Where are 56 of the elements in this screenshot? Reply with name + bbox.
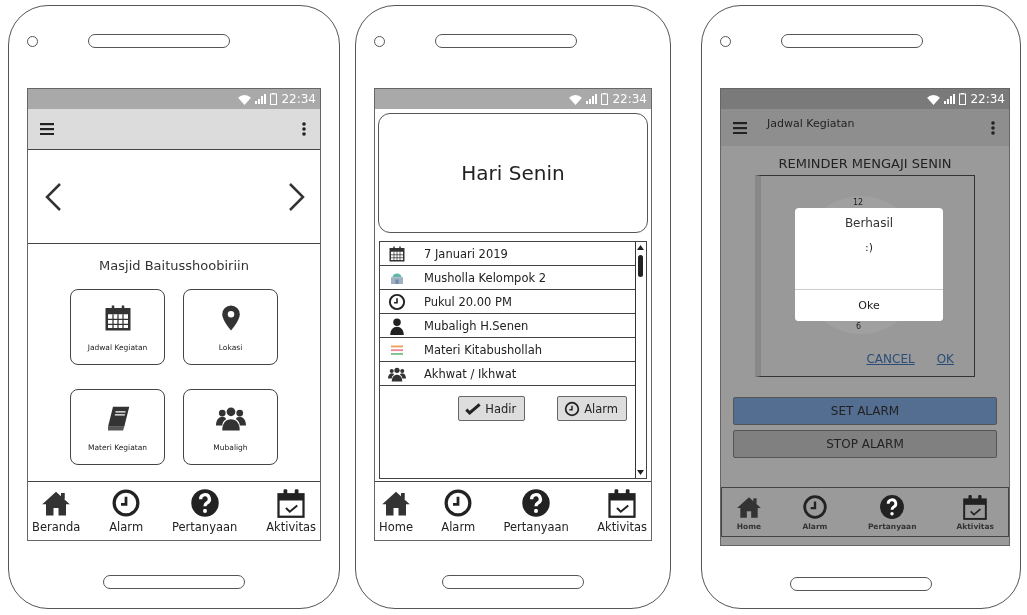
more-options-icon[interactable] xyxy=(302,122,306,136)
day-heading: Hari Senin xyxy=(378,113,648,233)
calendar-check-icon xyxy=(607,488,638,518)
status-time: 22:34 xyxy=(970,92,1005,106)
nav-item[interactable]: Alarm xyxy=(109,482,144,540)
status-time: 22:34 xyxy=(281,92,316,106)
menu-icon[interactable] xyxy=(40,123,54,135)
dialog-message: :) xyxy=(865,241,873,256)
clock-icon xyxy=(443,488,474,518)
detail-text: Mubaligh H.Senen xyxy=(424,318,529,333)
calendar-check-icon xyxy=(962,493,989,520)
alarm-button[interactable]: Alarm xyxy=(557,396,627,421)
calendar-icon xyxy=(388,244,406,263)
nav-item[interactable]: Alarm xyxy=(441,482,476,540)
dialog-title: Berhasil xyxy=(844,216,894,230)
attend-button[interactable]: Hadir xyxy=(458,396,526,421)
question-icon xyxy=(521,488,552,518)
detail-text: Musholla Kelompok 2 xyxy=(424,270,547,285)
wifi-icon xyxy=(927,93,941,105)
detail-text: 7 Januari 2019 xyxy=(424,246,508,261)
question-icon xyxy=(189,488,220,518)
mosque-name: Masjid Baitusshoobiriin xyxy=(98,258,250,273)
detail-text: Materi Kitabushollah xyxy=(424,342,543,357)
nav-item[interactable]: Aktivitas xyxy=(266,482,316,540)
check-icon xyxy=(465,400,482,417)
signal-icon xyxy=(255,94,267,104)
person-icon xyxy=(388,316,406,335)
battery-icon xyxy=(959,93,967,105)
clock-icon xyxy=(801,493,828,520)
clock-icon xyxy=(564,400,581,417)
signal-icon xyxy=(586,94,598,104)
question-icon xyxy=(879,493,906,520)
app-title: Jadwal Kegiatan xyxy=(767,117,856,130)
nav-item[interactable]: Beranda xyxy=(32,482,81,540)
dialog-ok-button[interactable]: Oke xyxy=(795,289,943,321)
wifi-icon xyxy=(569,93,583,105)
reminder-heading: REMINDER MENGAJI SENIN xyxy=(777,156,953,171)
nav-item[interactable]: Pertanyaan xyxy=(503,482,569,540)
battery-icon xyxy=(601,93,609,105)
menu-icon[interactable] xyxy=(733,121,747,134)
stop-alarm-button[interactable]: STOP ALARM xyxy=(733,430,997,458)
clock-icon xyxy=(388,292,406,311)
clock-icon xyxy=(111,488,142,518)
more-options-icon[interactable] xyxy=(991,120,995,135)
nav-item[interactable]: Home xyxy=(379,482,413,540)
clock-number: 6 xyxy=(856,322,862,331)
nav-item[interactable]: Aktivitas xyxy=(597,482,647,540)
detail-text: Pukul 20.00 PM xyxy=(424,294,512,309)
clock-number: 12 xyxy=(853,198,864,207)
battery-icon xyxy=(270,93,278,105)
detail-text: Akhwat / Ikhwat xyxy=(424,366,517,381)
nav-item[interactable]: Pertanyaan xyxy=(171,482,238,540)
calendar-check-icon xyxy=(276,488,307,518)
status-time: 22:34 xyxy=(612,92,647,106)
wifi-icon xyxy=(238,93,252,105)
signal-icon xyxy=(944,94,956,104)
